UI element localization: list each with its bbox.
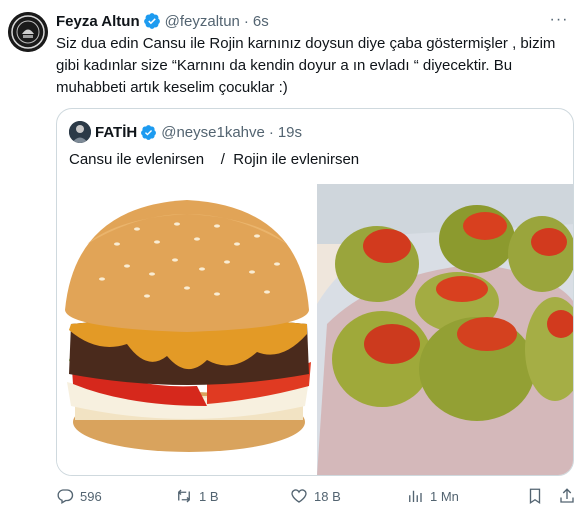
separator-dot: · (243, 12, 249, 30)
tweet-text: Siz dua edin Cansu ile Rojin karnınız do… (56, 35, 556, 96)
verified-badge-icon (141, 124, 157, 140)
retweet-icon (178, 489, 190, 503)
author-handle[interactable]: @feyzaltun (165, 13, 240, 30)
tweet-header: Feyza Altun @feyzaltun · 6s (56, 10, 570, 32)
tweet[interactable]: ··· Feyza Altun @feyzaltun · 6s Siz dua … (0, 0, 579, 511)
quoted-tweet[interactable]: FATİH @neyse1kahve · 19s Cansu ile evlen… (56, 108, 574, 476)
heart-icon (291, 489, 307, 503)
bookmark-icon (529, 488, 541, 505)
reply-icon (57, 489, 74, 504)
stuffed-peppers-photo[interactable] (317, 184, 573, 475)
quoted-media-grid (57, 184, 573, 475)
reply-button[interactable]: 596 (56, 486, 102, 506)
share-button[interactable] (558, 486, 579, 506)
hamburger-photo[interactable] (57, 184, 315, 475)
like-button[interactable]: 18 B (290, 486, 341, 506)
like-count: 18 B (314, 488, 341, 504)
author-avatar[interactable] (8, 12, 48, 52)
separator-dot: · (268, 123, 274, 141)
reply-count: 596 (80, 488, 102, 504)
quoted-author-handle: @neyse1kahve (161, 123, 265, 141)
quoted-author-name: FATİH (95, 123, 138, 141)
retweet-button[interactable]: 1 B (175, 486, 219, 506)
tweet-timestamp[interactable]: 6s (253, 13, 269, 30)
quoted-tweet-header: FATİH @neyse1kahve · 19s (69, 121, 302, 143)
quoted-author-avatar (69, 121, 91, 143)
views-chart-icon (409, 490, 422, 502)
retweet-count: 1 B (199, 488, 219, 504)
bookmark-button[interactable] (526, 486, 550, 506)
views-count: 1 Mn (430, 488, 459, 504)
share-icon (560, 488, 574, 503)
author-name[interactable]: Feyza Altun (56, 13, 140, 30)
quoted-tweet-text: Cansu ile evlenirsen / Rojin ile evlenir… (69, 151, 360, 168)
verified-badge-icon (143, 13, 160, 29)
views-button[interactable]: 1 Mn (406, 486, 459, 506)
quoted-timestamp: 19s (277, 123, 303, 141)
tweet-actions: 596 1 B 18 B 1 Mn (56, 486, 574, 506)
